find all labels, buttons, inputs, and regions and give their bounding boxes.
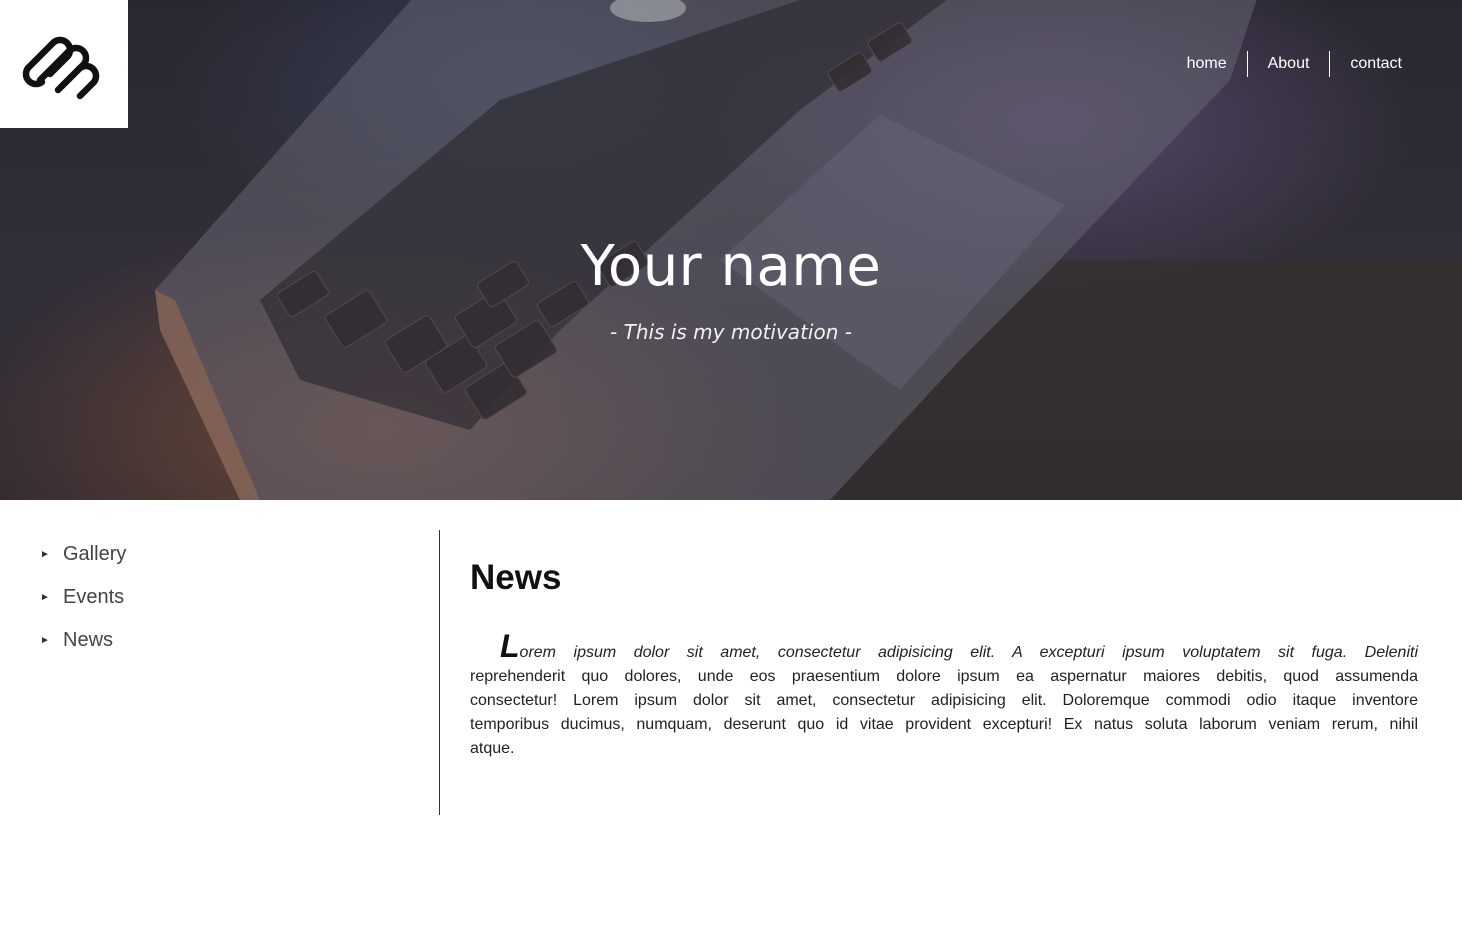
sidebar-item-label: News [63,629,114,651]
squarespace-logo-icon [22,36,100,100]
sidebar-item-events[interactable]: ► Events [40,576,420,619]
triangle-right-icon: ► [40,592,50,603]
article-paragraph: Lorem ipsum dolor sit amet, consectetur … [470,630,1418,761]
article-lead: Lorem ipsum dolor sit amet, consectetur … [470,630,1418,662]
main-content: News Lorem ipsum dolor sit amet, consect… [470,556,1418,777]
main-nav: home About contact [1167,51,1422,77]
triangle-right-icon: ► [40,549,50,560]
sidebar-item-news[interactable]: ► News [40,619,420,662]
sidebar-item-label: Gallery [63,543,127,565]
sidebar: ► Gallery ► Events ► News [40,533,420,662]
sidebar-item-gallery[interactable]: ► Gallery [40,533,420,576]
hero-title: Your name [580,234,882,299]
triangle-right-icon: ► [40,635,50,646]
sidebar-item-label: Events [63,586,125,608]
article-lead-text: orem ipsum dolor sit amet, consectetur a… [519,644,1418,661]
vertical-divider [439,530,440,815]
hero-subtitle: - This is my motivation - [610,320,852,344]
article-body: reprehenderit quo dolores, unde eos prae… [470,668,1418,757]
hero-banner: home About contact Your name - This is m… [0,0,1462,500]
section-heading: News [470,558,562,597]
nav-about[interactable]: About [1246,51,1330,77]
drop-cap: L [500,628,520,664]
nav-home[interactable]: home [1167,51,1247,77]
logo[interactable] [0,0,128,128]
nav-contact[interactable]: contact [1329,51,1422,77]
